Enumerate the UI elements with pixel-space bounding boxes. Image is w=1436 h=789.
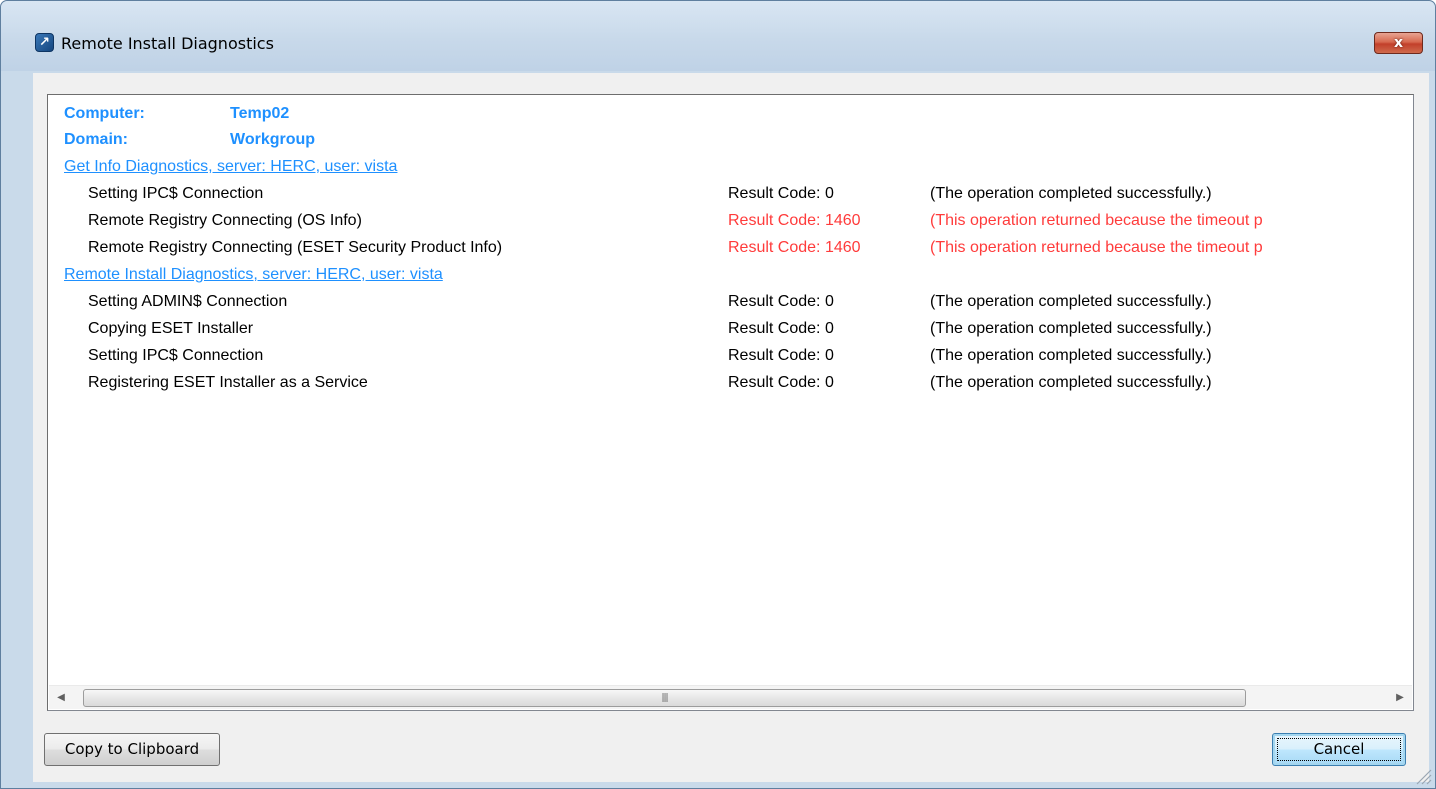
result-code: Result Code: 0 (728, 320, 834, 337)
result-code: Result Code: 0 (728, 185, 834, 202)
close-button[interactable]: x (1374, 32, 1423, 54)
scroll-left-icon[interactable]: ◀ (49, 686, 73, 710)
log-row: Setting IPC$ Connection Result Code: 0 (… (48, 345, 1413, 372)
result-message: (The operation completed successfully.) (930, 347, 1212, 364)
section-link-get-info[interactable]: Get Info Diagnostics, server: HERC, user… (64, 156, 397, 178)
log-row: Remote Registry Connecting (ESET Securit… (48, 237, 1413, 264)
result-code: Result Code: 0 (728, 347, 834, 364)
scrollbar-thumb[interactable]: ||| (83, 689, 1246, 707)
task-name: Remote Registry Connecting (OS Info) (88, 212, 362, 229)
domain-value: Workgroup (230, 131, 316, 148)
resize-grip-icon[interactable] (1411, 764, 1433, 786)
log-row: Registering ESET Installer as a Service … (48, 372, 1413, 399)
eset-arrow-icon: ↗ (35, 33, 54, 52)
computer-label: Computer: (64, 105, 145, 122)
scrollbar-grip-icon: ||| (661, 693, 668, 703)
diagnostics-log[interactable]: Computer: Temp02 Domain: Workgroup Get I… (47, 94, 1414, 711)
task-name: Setting IPC$ Connection (88, 185, 264, 202)
task-name: Registering ESET Installer as a Service (88, 374, 368, 391)
domain-label: Domain: (64, 131, 128, 148)
window-title: Remote Install Diagnostics (61, 34, 274, 53)
result-code: Result Code: 0 (728, 374, 834, 391)
log-row: Copying ESET Installer Result Code: 0 (T… (48, 318, 1413, 345)
task-name: Copying ESET Installer (88, 320, 254, 337)
dialog-body: Computer: Temp02 Domain: Workgroup Get I… (33, 73, 1429, 782)
result-message: (The operation completed successfully.) (930, 374, 1212, 391)
title-bar[interactable]: ↗ Remote Install Diagnostics x (1, 1, 1435, 71)
result-code: Result Code: 0 (728, 293, 834, 310)
result-message: (The operation completed successfully.) (930, 293, 1212, 310)
log-row: Setting ADMIN$ Connection Result Code: 0… (48, 291, 1413, 318)
copy-to-clipboard-button[interactable]: Copy to Clipboard (44, 733, 220, 766)
computer-value: Temp02 (230, 105, 290, 122)
log-row: Setting IPC$ Connection Result Code: 0 (… (48, 183, 1413, 210)
task-name: Setting IPC$ Connection (88, 347, 264, 364)
cancel-label: Cancel (1313, 740, 1365, 758)
result-message: (The operation completed successfully.) (930, 185, 1212, 202)
task-name: Setting ADMIN$ Connection (88, 293, 288, 310)
result-message: (The operation completed successfully.) (930, 320, 1212, 337)
dialog-window: ↗ Remote Install Diagnostics x Computer:… (0, 0, 1436, 789)
section-link-remote-install[interactable]: Remote Install Diagnostics, server: HERC… (64, 264, 443, 286)
scroll-right-icon[interactable]: ▶ (1388, 686, 1412, 710)
result-code: Result Code: 1460 (728, 212, 861, 229)
log-row: Remote Registry Connecting (OS Info) Res… (48, 210, 1413, 237)
horizontal-scrollbar[interactable]: ◀ ||| ▶ (49, 685, 1412, 709)
cancel-button[interactable]: Cancel (1272, 733, 1406, 766)
result-message: (This operation returned because the tim… (930, 239, 1263, 256)
result-code: Result Code: 1460 (728, 239, 861, 256)
close-icon: x (1393, 35, 1404, 51)
task-name: Remote Registry Connecting (ESET Securit… (88, 239, 503, 256)
result-message: (This operation returned because the tim… (930, 212, 1263, 229)
